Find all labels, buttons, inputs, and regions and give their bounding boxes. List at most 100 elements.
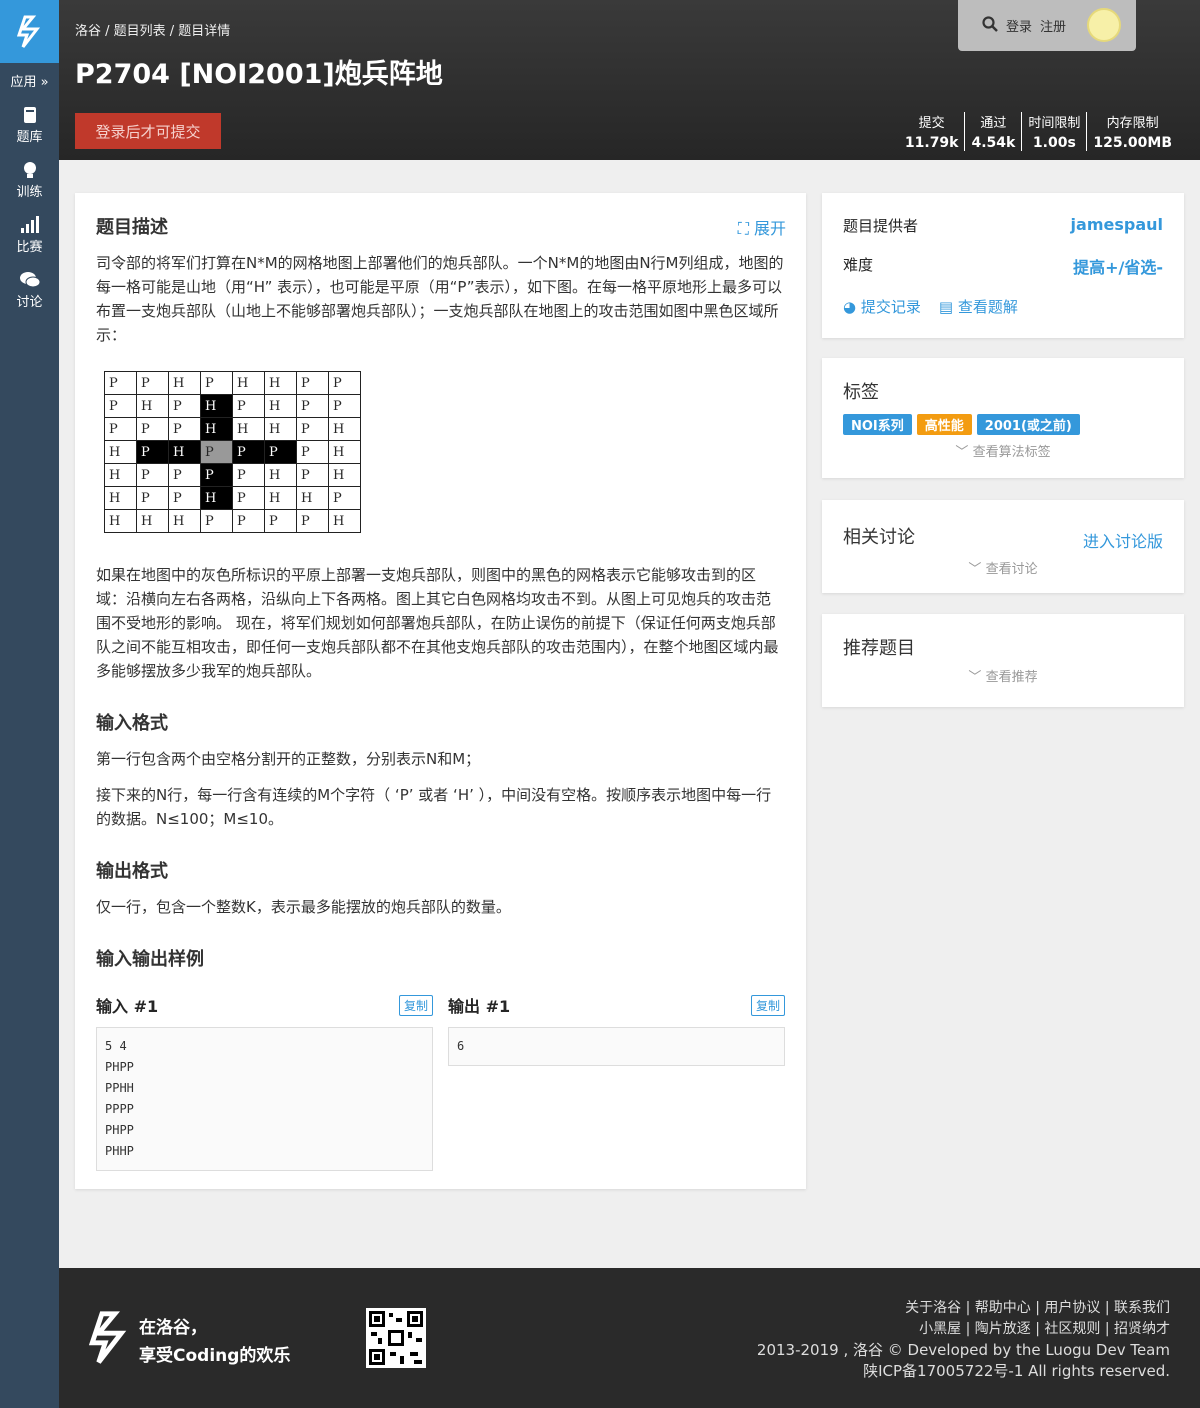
grid-cell: H bbox=[136, 394, 169, 418]
output-format-heading: 输出格式 bbox=[96, 861, 168, 882]
expand-icon: ⛶ bbox=[737, 219, 754, 238]
grid-cell: P bbox=[200, 440, 233, 464]
copy-output-button[interactable]: 复制 bbox=[750, 994, 785, 1016]
expand-button[interactable]: ⛶ 展开 bbox=[738, 215, 786, 239]
samples-heading: 输入输出样例 bbox=[96, 949, 204, 970]
grid-cell: P bbox=[232, 463, 265, 487]
discussion-card: 相关讨论 进入讨论版 ﹀ 查看讨论 bbox=[822, 500, 1184, 593]
avatar[interactable] bbox=[1087, 8, 1121, 42]
grid-row: HPPHPHHP bbox=[104, 486, 361, 510]
tag[interactable]: NOI系列 bbox=[843, 414, 912, 435]
grid-cell: H bbox=[168, 371, 201, 395]
input-format-heading: 输入格式 bbox=[96, 713, 168, 734]
description-text-2: 如果在地图中的灰色所标识的平原上部署一支炮兵部队，则图中的黑色的网格表示它能够攻… bbox=[96, 566, 779, 680]
footer-logo bbox=[88, 1308, 131, 1372]
grid-cell: P bbox=[200, 371, 233, 395]
grid-cell: H bbox=[200, 394, 233, 418]
breadcrumb[interactable]: 洛谷 / 题目列表 / 题目详情 bbox=[75, 20, 230, 39]
problem-header: 洛谷 / 题目列表 / 题目详情 P2704 [NOI2001]炮兵阵地 登录后… bbox=[59, 0, 1200, 160]
grid-cell: P bbox=[168, 394, 201, 418]
footer-links-row-2[interactable]: 小黑屋 | 陶片放逐 | 社区规则 | 招贤纳才 bbox=[757, 1319, 1170, 1340]
grid-row: HPHPPPPH bbox=[104, 440, 361, 464]
app-menu-toggle[interactable]: 应用 » bbox=[0, 71, 59, 90]
grid-cell: P bbox=[232, 509, 265, 533]
luogu-logo[interactable] bbox=[0, 0, 59, 63]
grid-cell: H bbox=[328, 509, 361, 533]
tag[interactable]: 2001(或之前) bbox=[976, 414, 1080, 435]
grid-cell: P bbox=[296, 463, 329, 487]
book-icon: ▤ bbox=[938, 298, 958, 316]
grid-cell: P bbox=[168, 417, 201, 441]
sample-input-label: 输入 #1 bbox=[96, 997, 159, 1016]
grid-cell: H bbox=[104, 440, 137, 464]
grid-cell: H bbox=[264, 463, 297, 487]
footer: 在洛谷， 享受Coding的欢乐 关于洛谷 | 帮助中心 | 用户协议 | 联系… bbox=[59, 1268, 1200, 1408]
grid-cell: H bbox=[328, 463, 361, 487]
grid-row: PPHPHHPP bbox=[104, 371, 361, 395]
grid-cell: H bbox=[232, 417, 265, 441]
grid-cell: H bbox=[264, 371, 297, 395]
description-heading: 题目描述 bbox=[96, 217, 168, 238]
sample-output-label: 输出 #1 bbox=[448, 997, 511, 1016]
footer-links-row-1[interactable]: 关于洛谷 | 帮助中心 | 用户协议 | 联系我们 bbox=[757, 1298, 1170, 1319]
description-text: 司令部的将军们打算在N*M的网格地图上部署他们的炮兵部队。一个N*M的地图由N行… bbox=[96, 254, 784, 344]
grid-cell: H bbox=[264, 486, 297, 510]
grid-cell: H bbox=[200, 417, 233, 441]
sidebar-item-problems[interactable]: 题库 bbox=[0, 104, 59, 145]
grid-cell: H bbox=[104, 463, 137, 487]
grid-cell: P bbox=[136, 463, 169, 487]
grid-row: PPPHHHPH bbox=[104, 417, 361, 441]
grid-cell: H bbox=[264, 394, 297, 418]
show-discussions[interactable]: ﹀ 查看讨论 bbox=[843, 558, 1163, 577]
stat-accepted: 通过 4.54k bbox=[964, 112, 1021, 151]
grid-cell: H bbox=[296, 486, 329, 510]
grid-cell: H bbox=[232, 371, 265, 395]
difficulty-value[interactable]: 提高+/省选- bbox=[1073, 254, 1163, 278]
stat-time-limit: 时间限制 1.00s bbox=[1021, 112, 1086, 151]
sample-output-code[interactable]: 6 bbox=[448, 1027, 785, 1066]
grid-row: HHHPPPPH bbox=[104, 509, 361, 533]
sidebar-item-discuss[interactable]: 讨论 bbox=[0, 269, 59, 310]
search-icon[interactable] bbox=[982, 15, 998, 36]
grid-cell: H bbox=[264, 417, 297, 441]
grid-cell: P bbox=[136, 486, 169, 510]
sample-input-code[interactable]: 5 4 PHPP PPHH PPPP PHPP PHHP bbox=[96, 1027, 433, 1171]
lightbulb-icon bbox=[23, 159, 37, 181]
grid-cell: P bbox=[104, 394, 137, 418]
login-link[interactable]: 登录 bbox=[1006, 16, 1032, 35]
grid-cell: P bbox=[232, 440, 265, 464]
grid-cell: P bbox=[200, 463, 233, 487]
provider-link[interactable]: jamespaul bbox=[1071, 215, 1163, 236]
solutions-link[interactable]: ▤ 查看题解 bbox=[939, 296, 1018, 317]
sidebar-item-training[interactable]: 训练 bbox=[0, 159, 59, 200]
sidebar-item-label: 比赛 bbox=[16, 240, 43, 255]
tag-list: NOI系列 高性能 2001(或之前) bbox=[843, 414, 1163, 435]
records-link[interactable]: ◕ 提交记录 bbox=[843, 296, 921, 317]
samples: 输入 #1 复制 5 4 PHPP PPHH PPPP PHPP PHHP 输出 … bbox=[96, 993, 785, 1171]
stat-memory-limit: 内存限制 125.00MB bbox=[1086, 112, 1178, 151]
grid-cell: H bbox=[200, 486, 233, 510]
show-algorithm-tags[interactable]: ﹀ 查看算法标签 bbox=[843, 441, 1163, 460]
chevron-down-icon: ﹀ bbox=[955, 445, 973, 460]
copy-input-button[interactable]: 复制 bbox=[398, 994, 433, 1016]
tag[interactable]: 高性能 bbox=[916, 414, 972, 435]
grid-cell: P bbox=[104, 417, 137, 441]
register-link[interactable]: 注册 bbox=[1040, 16, 1066, 35]
grid-cell: P bbox=[296, 440, 329, 464]
grid-row: HPPPPHPH bbox=[104, 463, 361, 487]
grid-cell: P bbox=[328, 394, 361, 418]
sidebar-item-contest[interactable]: 比赛 bbox=[0, 214, 59, 255]
grid-cell: P bbox=[296, 417, 329, 441]
show-recommendations[interactable]: ﹀ 查看推荐 bbox=[843, 666, 1163, 685]
enter-discussion-link[interactable]: 进入讨论版 bbox=[1083, 528, 1163, 552]
pie-chart-icon: ◕ bbox=[843, 298, 861, 316]
input-format-text: 第一行包含两个由空格分割开的正整数，分别表示N和M； bbox=[96, 750, 481, 768]
page-title: P2704 [NOI2001]炮兵阵地 bbox=[75, 59, 443, 90]
footer-links: 关于洛谷 | 帮助中心 | 用户协议 | 联系我们 小黑屋 | 陶片放逐 | 社… bbox=[757, 1298, 1170, 1382]
grid-cell: P bbox=[328, 371, 361, 395]
grid-cell: P bbox=[296, 371, 329, 395]
footer-slogan: 在洛谷， 享受Coding的欢乐 bbox=[139, 1318, 291, 1366]
grid-cell: P bbox=[296, 509, 329, 533]
submit-button[interactable]: 登录后才可提交 bbox=[75, 113, 221, 149]
grid-cell: P bbox=[168, 463, 201, 487]
